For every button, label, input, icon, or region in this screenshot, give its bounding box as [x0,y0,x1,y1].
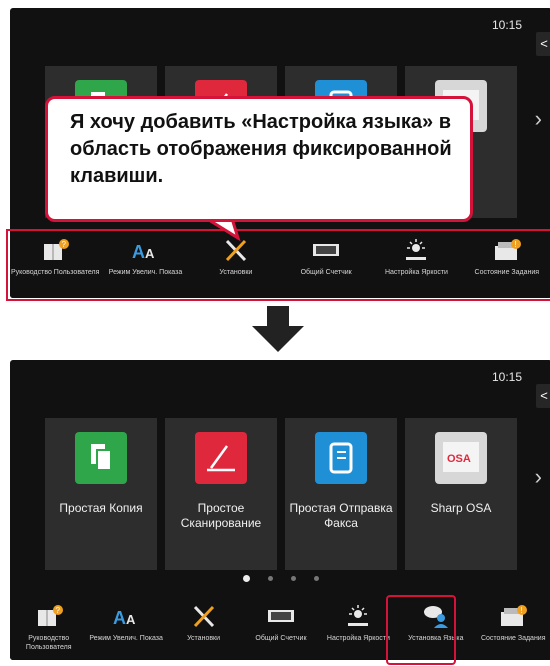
page-dot [243,575,250,582]
brightness-icon [343,604,373,628]
arrow-down-icon [252,306,304,352]
counter-icon [266,604,296,628]
svg-text:!: ! [514,240,516,249]
fixed-key-label: Общий Счетчик [255,635,307,642]
fixed-key-bar: ? Руководство Пользователя AA Режим Увел… [10,596,550,660]
svg-text:OSA: OSA [447,453,471,465]
fixed-key-label: Состояние Задания [474,269,540,276]
fixed-key-label: Установки [187,635,221,642]
collapse-tab[interactable]: < [536,32,550,56]
page-dot [314,576,319,581]
tile-label: Простая Отправка Факса [289,501,393,530]
clock: 10:15 [491,370,522,384]
language-setting-icon [421,604,451,628]
fixed-key-job-status[interactable]: ! Состояние Задания [462,230,550,298]
fixed-key-label: Установка Языка [408,635,464,642]
fixed-key-label: Состояние Задания [480,635,546,642]
svg-text:A: A [132,242,145,262]
next-page-arrow[interactable]: › [535,106,542,132]
page-indicator [10,575,550,582]
tile-simple-scan[interactable]: Простое Сканирование [165,418,277,570]
fixed-key-user-guide[interactable]: ? Руководство Пользователя [10,230,100,298]
tile-simple-copy[interactable]: Простая Копия [45,418,157,570]
svg-text:A: A [126,612,136,627]
collapse-tab[interactable]: < [536,384,550,408]
fixed-key-settings[interactable]: Установки [165,596,242,660]
counter-icon [311,238,341,262]
callout-text: Я хочу добавить «Настройка языка» в обла… [70,111,452,187]
fixed-key-user-guide[interactable]: ? Руководство Пользователя [10,596,87,660]
tile-label: Простая Копия [59,501,143,515]
page-dot [268,576,273,581]
fax-icon [315,432,367,484]
fixed-key-enlarge-display[interactable]: AA Режим Увелич. Показа [100,230,190,298]
copy-icon [75,432,127,484]
fixed-key-job-status[interactable]: ! Состояние Задания [475,596,550,660]
settings-tools-icon [189,604,219,628]
fixed-key-label: Руководство Пользователя [10,269,100,276]
callout-bubble: Я хочу добавить «Настройка языка» в обла… [45,96,473,222]
user-guide-icon: ? [34,604,64,628]
brightness-icon [401,238,431,262]
fixed-key-language-setting[interactable]: Установка Языка [397,596,474,660]
clock: 10:15 [491,18,522,32]
svg-text:A: A [145,246,155,261]
tile-label: Простое Сканирование [180,501,262,530]
fixed-key-counter[interactable]: Общий Счетчик [281,230,371,298]
enlarge-display-icon: AA [130,238,160,262]
job-status-icon: ! [498,604,528,628]
fixed-key-label: Настройка Яркости [384,269,448,276]
scan-icon [195,432,247,484]
fixed-key-label: Режим Увелич. Показа [108,269,183,276]
svg-text:A: A [113,608,126,628]
fixed-key-brightness[interactable]: Настройка Яркости [320,596,397,660]
next-page-arrow[interactable]: › [535,464,542,490]
user-guide-icon: ? [40,238,70,262]
page-dot [291,576,296,581]
tile-sharp-osa[interactable]: OSA Sharp OSA [405,418,517,570]
svg-text:?: ? [62,240,67,249]
fixed-key-bar: ? Руководство Пользователя AA Режим Увел… [10,230,550,298]
fixed-key-label: Установки [219,269,253,276]
fixed-key-label: Общий Счетчик [300,269,352,276]
enlarge-display-icon: AA [111,604,141,628]
tile-simple-fax[interactable]: Простая Отправка Факса [285,418,397,570]
fixed-key-label: Руководство Пользователя [25,635,72,651]
sharp-osa-icon: OSA [435,432,487,484]
fixed-key-enlarge-display[interactable]: AA Режим Увелич. Показа [87,596,164,660]
fixed-key-label: Настройка Яркости [326,635,390,642]
svg-text:?: ? [55,606,60,615]
tile-label: Sharp OSA [430,501,492,515]
home-screen-after: 10:15 < Простая Копия Простое Сканирован… [10,360,550,660]
fixed-key-label: Режим Увелич. Показа [89,635,163,642]
fixed-key-counter[interactable]: Общий Счетчик [242,596,319,660]
svg-text:!: ! [521,606,523,615]
job-status-icon: ! [492,238,522,262]
fixed-key-brightness[interactable]: Настройка Яркости [371,230,461,298]
